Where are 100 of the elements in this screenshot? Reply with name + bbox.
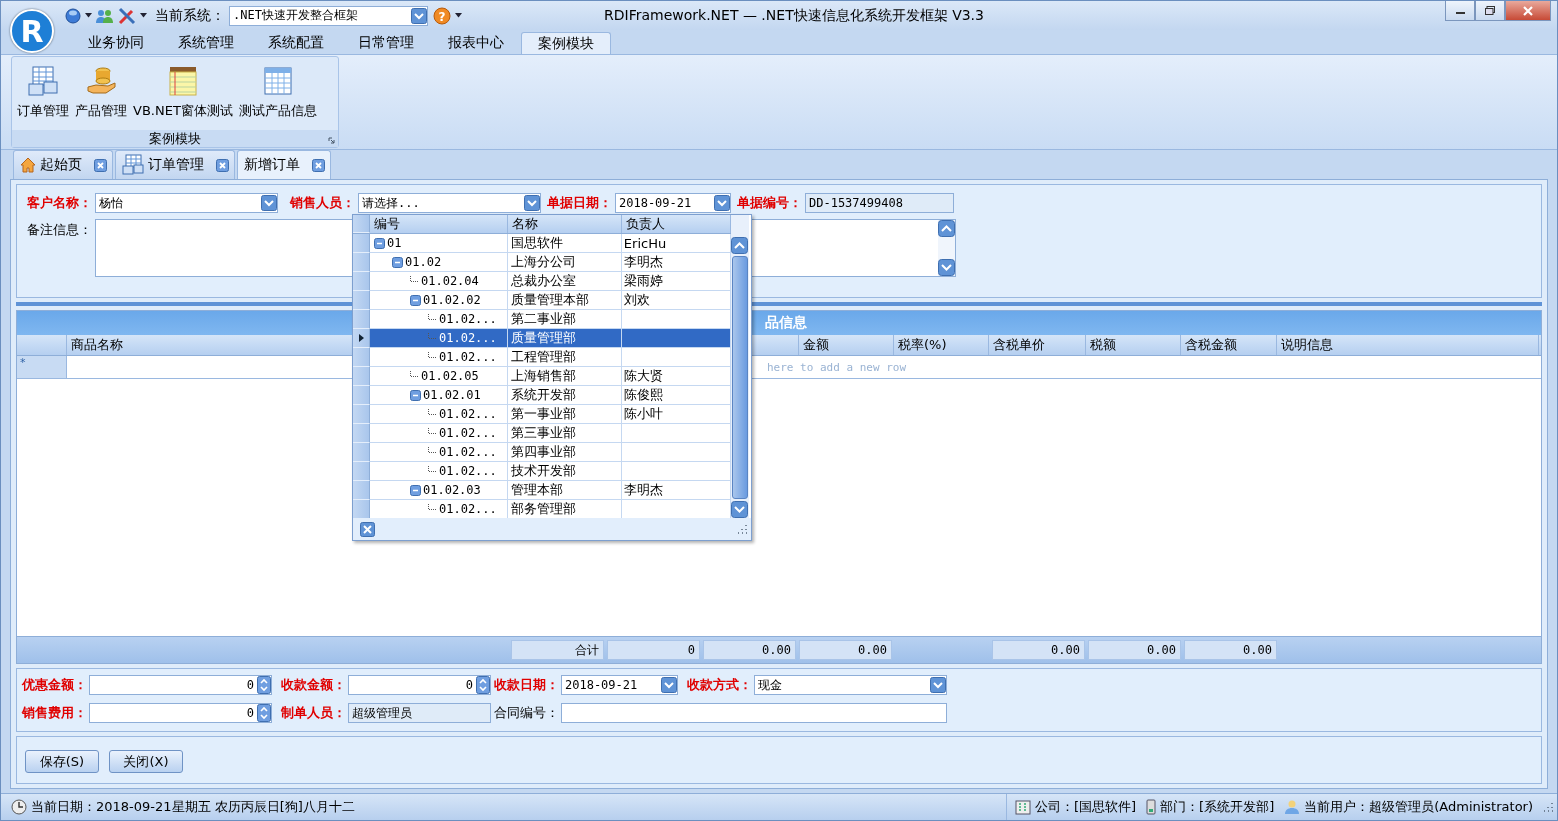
save-button[interactable]: 保存(S) — [25, 750, 99, 773]
combo-box[interactable]: 杨怡 — [95, 193, 278, 213]
tree-row[interactable]: 01.02.02 质量管理本部 刘欢 — [353, 291, 731, 310]
column-header[interactable]: 编号 — [370, 215, 508, 233]
caret-icon[interactable] — [455, 13, 462, 18]
ribbon-button[interactable]: 测试产品信息 — [236, 65, 319, 120]
column-header[interactable]: 名称 — [507, 215, 622, 233]
close-icon[interactable] — [216, 158, 229, 172]
column-header[interactable]: 金额 — [799, 335, 894, 355]
tree-row[interactable]: 01.02... 第四事业部 — [353, 443, 731, 462]
scroll-up-button[interactable] — [938, 220, 955, 237]
column-header[interactable]: 税额 — [1086, 335, 1181, 355]
document-tab[interactable]: 新增订单 — [237, 150, 331, 179]
collapse-icon[interactable] — [410, 294, 421, 306]
column-header[interactable]: 说明信息 — [1277, 335, 1539, 355]
ribbon-button[interactable]: 订单管理 — [15, 65, 71, 120]
readonly-field[interactable]: DD-1537499408 — [805, 193, 954, 213]
maximize-icon — [1485, 6, 1495, 15]
tree-row[interactable]: 01.02... 工程管理部 — [353, 348, 731, 367]
collapse-icon[interactable] — [410, 389, 421, 401]
dropdown-button[interactable] — [661, 677, 677, 693]
ribbon-button[interactable]: VB.NET窗体测试 — [131, 65, 235, 120]
name-cell-text: 第一事业部 — [510, 405, 577, 423]
owner-cell-text: 陈俊熙 — [623, 386, 664, 404]
tree-row[interactable]: 01.02... 技术开发部 — [353, 462, 731, 481]
tree-row[interactable]: 01.02... 第三事业部 — [353, 424, 731, 443]
phone-icon — [1146, 799, 1157, 815]
close-icon[interactable] — [312, 158, 325, 172]
name-cell-text: 质量管理部 — [510, 329, 577, 347]
building-icon — [1014, 799, 1031, 815]
caret-icon[interactable] — [140, 13, 147, 18]
maximize-button[interactable] — [1475, 1, 1505, 21]
minimize-button[interactable] — [1445, 1, 1475, 21]
table-icon — [261, 65, 294, 97]
readonly-field[interactable]: 超级管理员 — [348, 703, 491, 723]
tree-row[interactable]: 01.02 上海分公司 李明杰 — [353, 253, 731, 272]
code-cell-text: 01.02... — [438, 464, 497, 478]
tree-row[interactable]: 01.02... 第一事业部 陈小叶 — [353, 405, 731, 424]
number-field[interactable]: 0 — [348, 675, 491, 695]
number-field[interactable]: 0 — [89, 703, 272, 723]
ribbon-tab[interactable]: 系统配置 — [251, 32, 341, 54]
tree-row[interactable]: 01.02.05 上海销售部 陈大贤 — [353, 367, 731, 386]
collapse-icon[interactable] — [410, 484, 421, 496]
spin-buttons[interactable] — [257, 704, 271, 722]
tree-row[interactable]: 01.02... 部务管理部 — [353, 500, 731, 518]
field-label: 单据日期： — [547, 194, 612, 212]
column-header[interactable]: 含税金额 — [1181, 335, 1277, 355]
scroll-up-button[interactable] — [731, 237, 748, 254]
scroll-down-button[interactable] — [731, 501, 748, 518]
row-pointer-icon — [358, 334, 364, 342]
column-header[interactable]: 税率(%) — [894, 335, 989, 355]
forms-icon — [122, 154, 144, 176]
tree-row[interactable]: 01.02.04 总裁办公室 梁雨婷 — [353, 272, 731, 291]
document-tab[interactable]: 订单管理 — [115, 150, 235, 179]
column-header[interactable]: 含税单价 — [989, 335, 1086, 355]
ribbon-tab[interactable]: 业务协同 — [71, 32, 161, 54]
orb-icon[interactable] — [65, 7, 81, 24]
spin-buttons[interactable] — [257, 676, 271, 694]
combo-box[interactable]: 请选择... — [358, 193, 541, 213]
input-field[interactable] — [561, 703, 947, 723]
date-picker[interactable]: 2018-09-21 — [561, 675, 678, 695]
user-icon — [1284, 799, 1301, 815]
dropdown-button[interactable] — [411, 7, 427, 24]
tree-row[interactable]: 01 国思软件 EricHu — [353, 234, 731, 253]
ribbon-tab[interactable]: 案例模块 — [521, 32, 611, 54]
combo-box[interactable]: 现金 — [754, 675, 947, 695]
row-header[interactable] — [353, 329, 370, 348]
tree-row[interactable]: 01.02.03 管理本部 李明杰 — [353, 481, 731, 500]
tree-row[interactable]: 01.02... 质量管理部 — [353, 329, 731, 348]
ribbon-tab[interactable]: 日常管理 — [341, 32, 431, 54]
document-tab[interactable]: 起始页 — [13, 150, 113, 179]
date-picker[interactable]: 2018-09-21 — [615, 193, 731, 213]
number-field[interactable]: 0 — [89, 675, 272, 695]
dropdown-button[interactable] — [261, 195, 277, 211]
owner-cell-text: 陈大贤 — [623, 367, 664, 385]
close-button[interactable] — [1505, 1, 1551, 21]
resize-grip-icon[interactable] — [1543, 802, 1553, 812]
close-icon[interactable] — [94, 158, 107, 172]
ribbon-button[interactable]: 产品管理 — [73, 65, 129, 120]
collapse-icon[interactable] — [392, 256, 403, 268]
spin-buttons[interactable] — [476, 676, 490, 694]
resize-grip-icon[interactable] — [737, 524, 747, 534]
tree-row[interactable]: 01.02.01 系统开发部 陈俊熙 — [353, 386, 731, 405]
caret-icon[interactable] — [85, 13, 92, 18]
scrollbar[interactable] — [938, 220, 955, 276]
close-form-button[interactable]: 关闭(X) — [109, 750, 183, 773]
launcher-icon[interactable] — [328, 137, 335, 144]
dropdown-button[interactable] — [524, 195, 540, 211]
scroll-down-button[interactable] — [938, 259, 955, 276]
tools-icon[interactable] — [118, 6, 136, 25]
system-combo-box[interactable]: .NET快速开发整合框架 — [229, 5, 428, 26]
name-cell-text: 系统开发部 — [510, 386, 577, 404]
ribbon-tab[interactable]: 系统管理 — [161, 32, 251, 54]
clear-icon[interactable] — [360, 521, 375, 537]
dropdown-button[interactable] — [714, 195, 730, 211]
tree-row[interactable]: 01.02... 第二事业部 — [353, 310, 731, 329]
scrollbar[interactable] — [731, 215, 749, 518]
ribbon-tab[interactable]: 报表中心 — [431, 32, 521, 54]
collapse-icon[interactable] — [374, 237, 385, 249]
dropdown-button[interactable] — [930, 677, 946, 693]
